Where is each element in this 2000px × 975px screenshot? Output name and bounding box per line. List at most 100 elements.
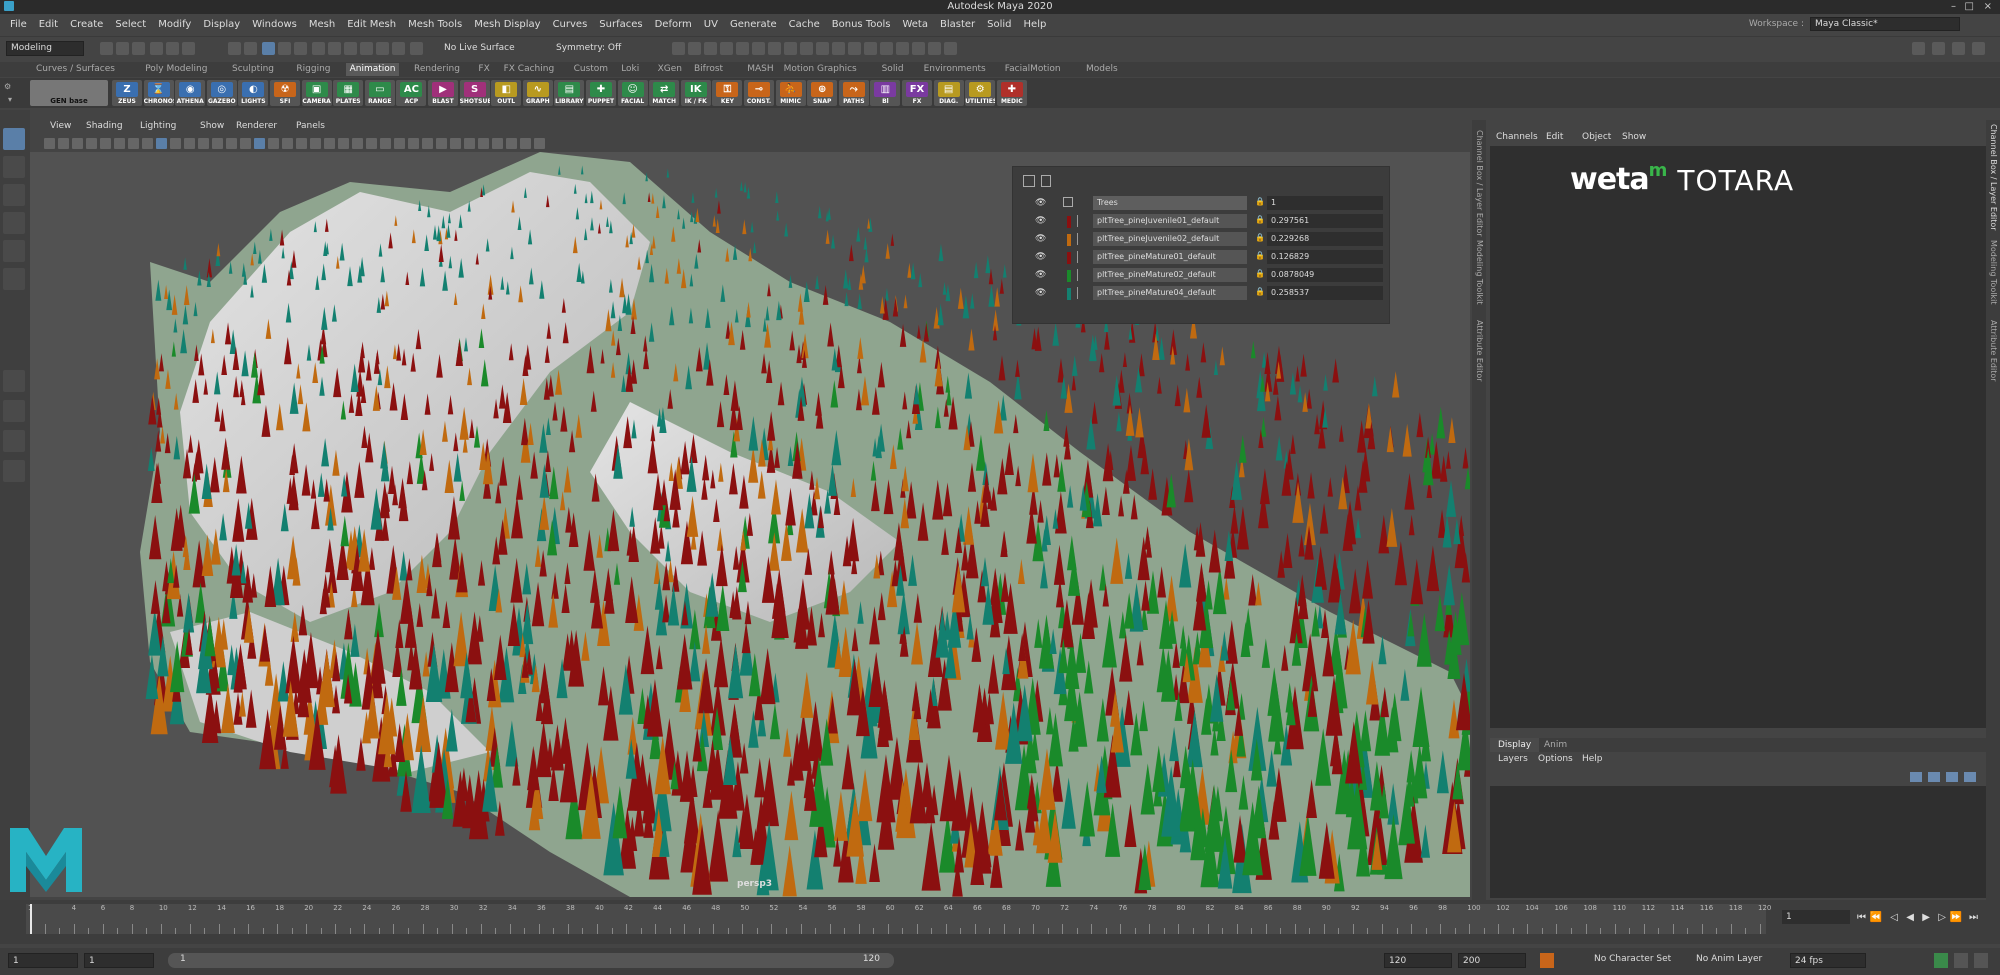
viewport-toolbar-icon[interactable] xyxy=(338,138,349,149)
viewport-toolbar-icon[interactable] xyxy=(170,138,181,149)
viewport-toolbar-icon[interactable] xyxy=(268,138,279,149)
render-tool-icon[interactable] xyxy=(752,42,765,55)
lock-icon[interactable]: 🔒 xyxy=(1255,251,1265,260)
viewport-toolbar-icon[interactable] xyxy=(184,138,195,149)
viewport-toolbar-icon[interactable] xyxy=(142,138,153,149)
viewport-toolbar-icon[interactable] xyxy=(254,138,265,149)
shelf-button-shotsub[interactable]: S SHOTSUB xyxy=(459,80,490,106)
select-tool-icon[interactable] xyxy=(3,128,25,150)
render-tool-icon[interactable] xyxy=(672,42,685,55)
viewport-toolbar-icon[interactable] xyxy=(226,138,237,149)
workspace-dropdown[interactable]: Maya Classic* xyxy=(1810,17,1960,31)
play-forwards-icon[interactable]: ▶ xyxy=(1922,912,1930,923)
shelf-button-facial[interactable]: ☺ FACIAL xyxy=(617,80,648,106)
maximize-icon[interactable]: □ xyxy=(1965,1,1974,12)
layer-row-name[interactable]: pltTree_pineMature02_default xyxy=(1093,268,1247,282)
viewport-toolbar-icon[interactable] xyxy=(450,138,461,149)
shelf-tab-solid[interactable]: Solid xyxy=(878,63,908,76)
status-tool-icon[interactable] xyxy=(100,42,113,55)
shelf-menu-icon[interactable]: ▾ xyxy=(8,95,12,104)
menu-file[interactable]: File xyxy=(4,19,33,30)
render-tool-icon[interactable] xyxy=(896,42,909,55)
shelf-button-athena[interactable]: ◉ ATHENA xyxy=(175,80,206,106)
current-frame-marker[interactable] xyxy=(30,904,32,934)
panel-toggle-icon[interactable] xyxy=(1952,42,1965,55)
menu-select[interactable]: Select xyxy=(109,19,152,30)
delete-layer-icon[interactable] xyxy=(1041,175,1051,187)
viewport-toolbar-icon[interactable] xyxy=(310,138,321,149)
status-tool-icon[interactable] xyxy=(278,42,291,55)
menu-blaster[interactable]: Blaster xyxy=(934,19,981,30)
status-tool-icon[interactable] xyxy=(328,42,341,55)
viewport-toolbar-icon[interactable] xyxy=(436,138,447,149)
viewport-toolbar-icon[interactable] xyxy=(114,138,125,149)
viewport-menu-shading[interactable]: Shading xyxy=(86,121,123,131)
animation-start-field[interactable]: 1 xyxy=(8,953,78,968)
status-tool-icon[interactable] xyxy=(392,42,405,55)
menu-modify[interactable]: Modify xyxy=(152,19,197,30)
preferences-icon[interactable] xyxy=(1974,953,1988,968)
layer-row-name[interactable]: pltTree_pineJuvenile02_default xyxy=(1093,232,1247,246)
visibility-eye-icon[interactable]: 👁 xyxy=(1035,270,1046,280)
shelf-button-chronos[interactable]: ⌛CHRONOS xyxy=(143,80,174,106)
shelf-tab-environments[interactable]: Environments xyxy=(920,63,990,76)
shelf-tab-poly-modeling[interactable]: Poly Modeling xyxy=(141,63,211,76)
viewport-menu-panels[interactable]: Panels xyxy=(296,121,325,131)
shelf-tab-bifrost[interactable]: Bifrost xyxy=(690,63,727,76)
render-tool-icon[interactable] xyxy=(704,42,717,55)
right-tab-modeling-toolkit[interactable]: Modeling Toolkit xyxy=(1989,240,1998,304)
render-tool-icon[interactable] xyxy=(720,42,733,55)
fps-dropdown[interactable]: 24 fps xyxy=(1790,953,1866,968)
layer-row-value[interactable]: 0.126829 xyxy=(1267,250,1383,264)
shelf-button-medic[interactable]: ✚ MEDIC xyxy=(996,80,1027,106)
shelf-tab-loki[interactable]: Loki xyxy=(617,63,643,76)
two-pane-layout-icon[interactable] xyxy=(3,430,25,452)
step-back-frame-icon[interactable]: ◁ xyxy=(1890,912,1898,923)
status-tool-icon[interactable] xyxy=(228,42,241,55)
render-tool-icon[interactable] xyxy=(864,42,877,55)
play-backwards-icon[interactable]: ◀ xyxy=(1906,912,1914,923)
status-tool-icon[interactable] xyxy=(376,42,389,55)
panel-toggle-icon[interactable] xyxy=(1932,42,1945,55)
lock-icon[interactable]: 🔒 xyxy=(1255,233,1265,242)
channel-menu-object[interactable]: Object xyxy=(1582,132,1611,142)
viewport-toolbar-icon[interactable] xyxy=(240,138,251,149)
menu-layers[interactable]: Layers xyxy=(1498,754,1528,764)
layer-row[interactable]: 👁 pltTree_pineMature04_default 🔒 0.258537 xyxy=(1013,285,1391,301)
shelf-button-range[interactable]: ▭ RANGE xyxy=(364,80,395,106)
step-back-key-icon[interactable]: ⏪ xyxy=(1870,912,1882,923)
menu-solid[interactable]: Solid xyxy=(981,19,1017,30)
status-tool-icon[interactable] xyxy=(262,42,275,55)
viewport-toolbar-icon[interactable] xyxy=(520,138,531,149)
render-tool-icon[interactable] xyxy=(880,42,893,55)
menu-mesh[interactable]: Mesh xyxy=(303,19,341,30)
status-tool-icon[interactable] xyxy=(410,42,423,55)
loop-icon[interactable] xyxy=(1954,953,1968,968)
render-tool-icon[interactable] xyxy=(912,42,925,55)
audio-icon[interactable] xyxy=(1934,953,1948,968)
shelf-tab-rigging[interactable]: Rigging xyxy=(292,63,334,76)
viewport-toolbar-icon[interactable] xyxy=(128,138,139,149)
shelf-tab-curves-surfaces[interactable]: Curves / Surfaces xyxy=(32,63,119,76)
shelf-button-snap[interactable]: ⊕ SNAP xyxy=(807,80,838,106)
menu-create[interactable]: Create xyxy=(64,19,109,30)
shelf-tab-facialmotion[interactable]: FacialMotion xyxy=(1001,63,1065,76)
shelf-button-blast[interactable]: ▶ BLAST xyxy=(428,80,458,106)
layer-value[interactable]: 1 xyxy=(1267,196,1383,210)
shelf-button-paths[interactable]: ⤳ PATHS xyxy=(838,80,869,106)
step-forward-frame-icon[interactable]: ▷ xyxy=(1938,912,1946,923)
shelf-button-key[interactable]: ⚿ KEY xyxy=(712,80,743,106)
render-tool-icon[interactable] xyxy=(928,42,941,55)
layer-row-name[interactable]: pltTree_pineJuvenile01_default xyxy=(1093,214,1247,228)
status-tool-icon[interactable] xyxy=(244,42,257,55)
render-tool-icon[interactable] xyxy=(832,42,845,55)
viewport-toolbar-icon[interactable] xyxy=(198,138,209,149)
layer-row[interactable]: 👁 pltTree_pineJuvenile02_default 🔒 0.229268 xyxy=(1013,231,1391,247)
new-empty-layer-icon[interactable] xyxy=(1946,772,1958,782)
layer-name[interactable]: Trees xyxy=(1093,196,1247,210)
visibility-eye-icon[interactable]: 👁 xyxy=(1035,288,1046,298)
viewport-menu-show[interactable]: Show xyxy=(200,121,224,131)
four-pane-layout-icon[interactable] xyxy=(3,400,25,422)
viewport-toolbar-icon[interactable] xyxy=(100,138,111,149)
shelf-button-lights[interactable]: ◐ LIGHTS xyxy=(238,80,269,106)
